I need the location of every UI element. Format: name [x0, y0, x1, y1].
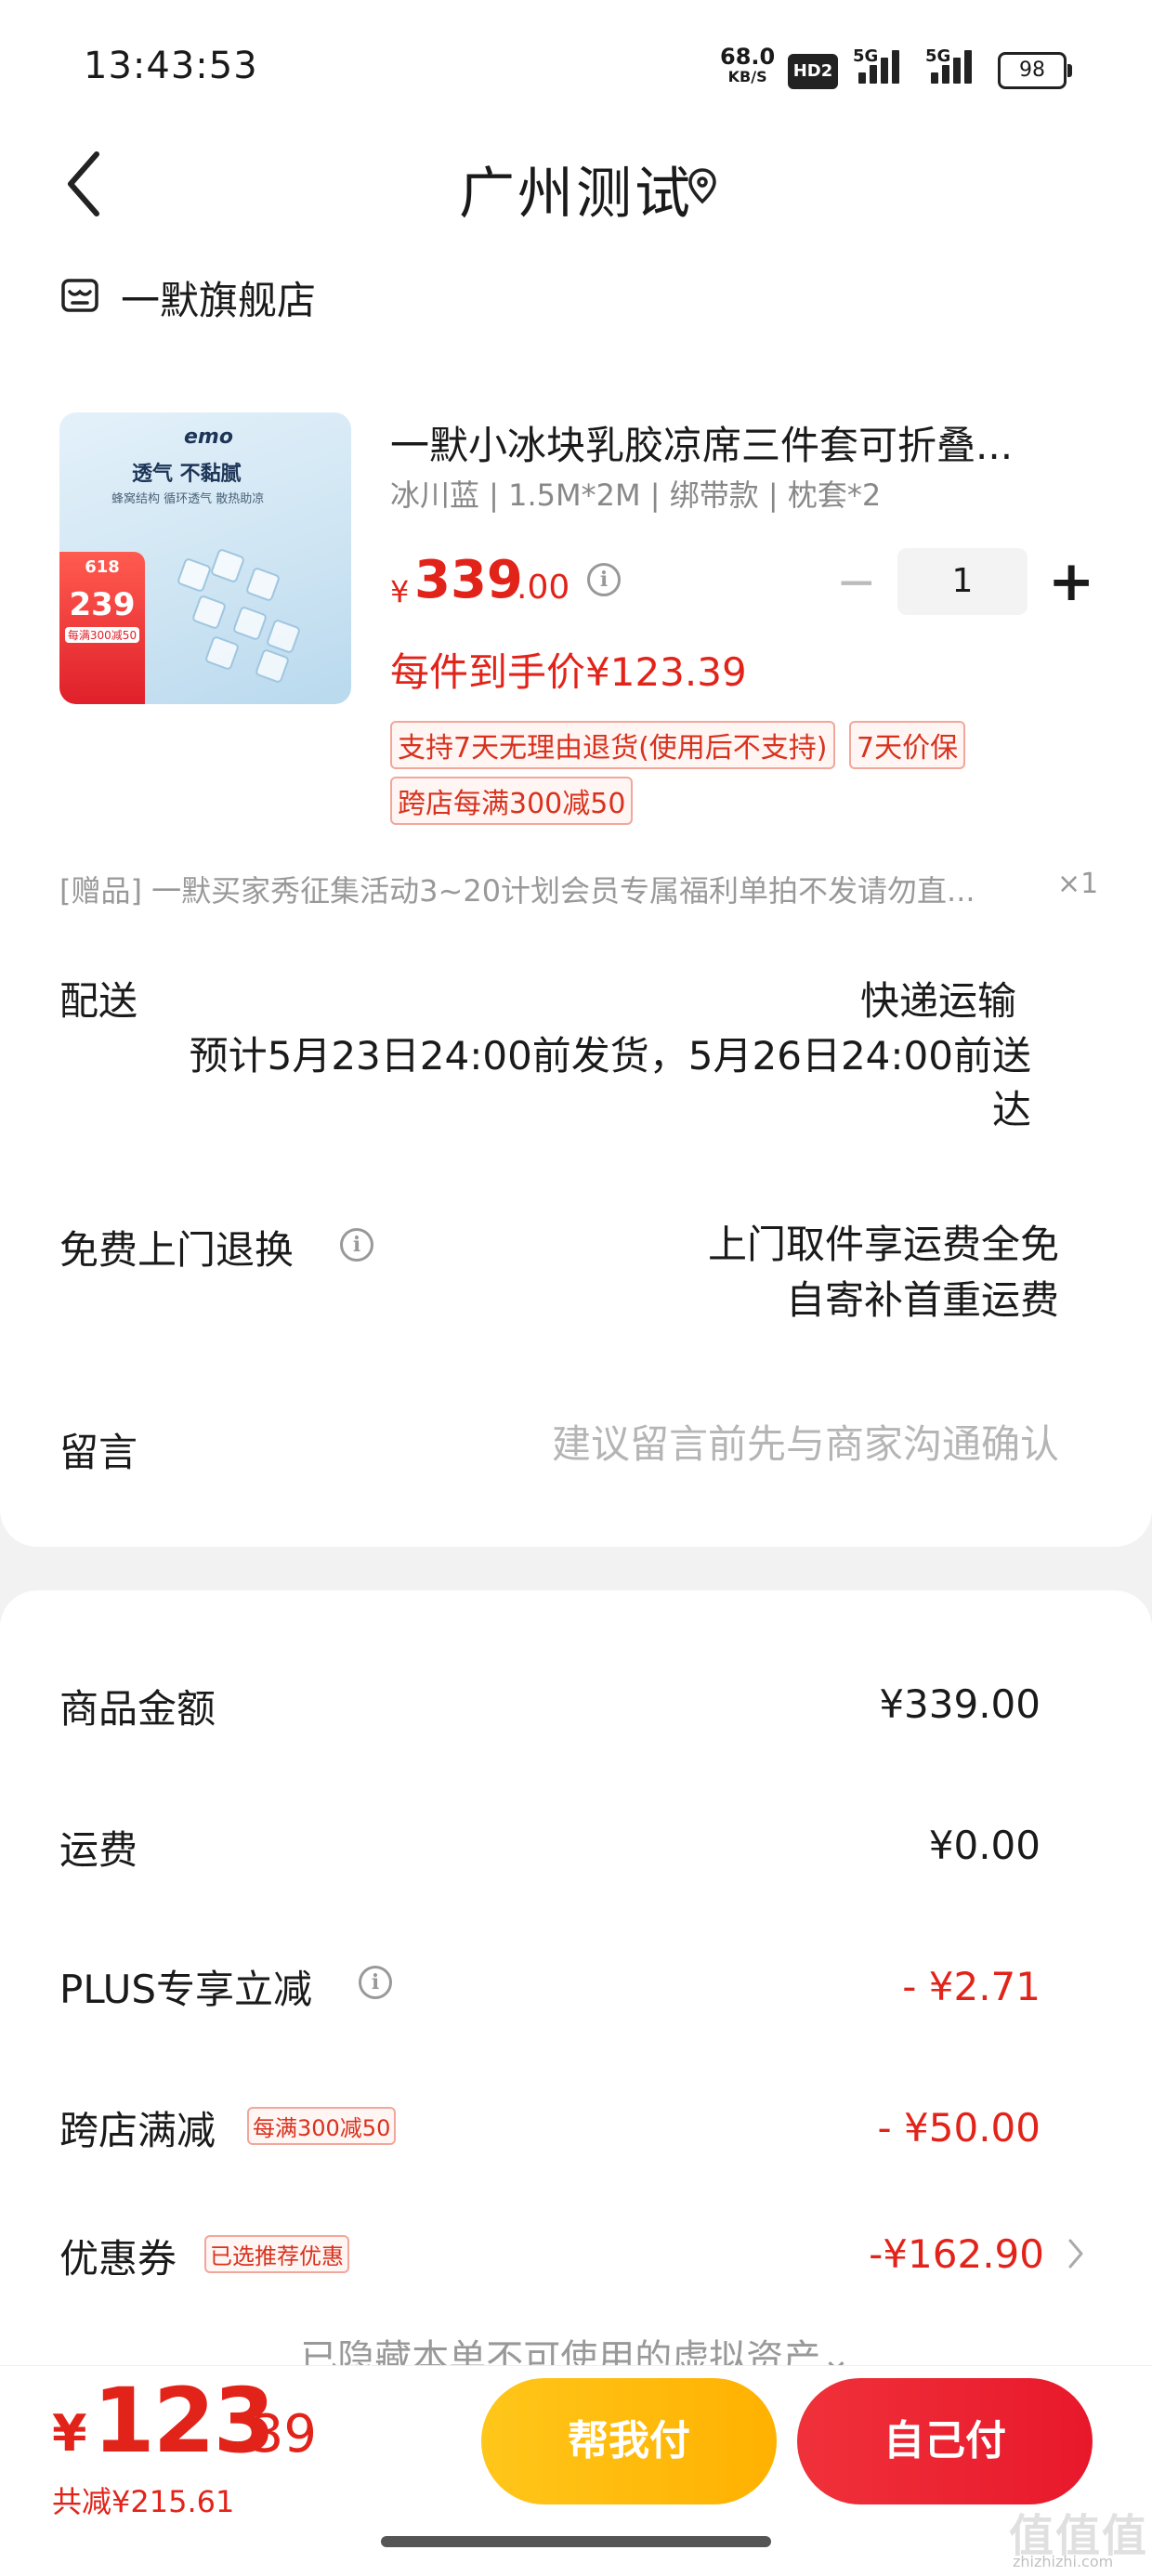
- home-indicator[interactable]: [381, 2536, 771, 2547]
- self-pay-button[interactable]: 自己付: [797, 2378, 1093, 2504]
- signal-5g-label: 5G: [925, 46, 951, 66]
- cross-store-summary-tag: 每满300减50: [247, 2107, 397, 2145]
- info-icon[interactable]: i: [359, 1966, 392, 1999]
- hd-badge: HD2: [788, 54, 838, 89]
- net-speed-unit: KB/S: [727, 68, 767, 85]
- info-icon[interactable]: i: [340, 1228, 373, 1262]
- thumb-promo-text: 每满300减50: [65, 627, 139, 643]
- shipping-fee-label: 运费: [59, 1827, 138, 1873]
- net-speed-value: 68.0: [720, 44, 776, 70]
- coupon-tag: 已选推荐优惠: [204, 2235, 349, 2273]
- delivery-estimate-line1: 预计5月23日24:00前发货，5月26日24:00前送: [189, 1033, 1031, 1079]
- coupon-value[interactable]: -¥162.90: [654, 2231, 1044, 2277]
- goods-amount-label: 商品金额: [59, 1686, 216, 1732]
- plus-discount-value: - ¥2.71: [902, 1964, 1041, 2009]
- price-decimal: .00: [517, 569, 570, 607]
- store-icon: [61, 279, 98, 312]
- total-saved[interactable]: 共减¥215.61: [52, 2478, 234, 2521]
- pin-icon[interactable]: [686, 167, 719, 204]
- free-return-line1: 上门取件享运费全免: [707, 1222, 1059, 1267]
- price-symbol: ¥: [390, 574, 410, 609]
- thumb-headline: 透气 不黏腻: [132, 463, 242, 486]
- gift-text: 一默买家秀征集活动3~20计划会员专属福利单拍不发请勿直...: [151, 873, 975, 909]
- thumb-brand: emo: [184, 425, 233, 449]
- price-integer: 339: [414, 550, 523, 610]
- return-policy-tag: 支持7天无理由退货(使用后不支持): [390, 721, 835, 769]
- product-thumbnail[interactable]: emo 透气 不黏腻 蜂窝结构 循环透气 散热助凉 618 239 每满300减…: [59, 412, 351, 704]
- message-input[interactable]: [483, 1421, 1059, 1467]
- message-label: 留言: [59, 1430, 138, 1475]
- free-return-label: 免费上门退换: [59, 1227, 295, 1273]
- price-protect-tag: 7天价保: [849, 721, 966, 769]
- status-time: 13:43:53: [84, 45, 258, 87]
- thumb-subtitle: 蜂窝结构 循环透气 散热助凉: [111, 492, 265, 506]
- total-decimal: .39: [234, 2404, 318, 2465]
- info-icon[interactable]: i: [587, 563, 621, 596]
- signal-icon: 5G: [925, 46, 1000, 87]
- delivery-estimate: 预计5月23日24:00前发货，5月26日24:00前送 达: [139, 1029, 1031, 1137]
- plus-discount-label: PLUS专享立减: [59, 1967, 313, 2012]
- watermark-sub: zhizhizhi.com: [1013, 2553, 1114, 2570]
- cross-store-label: 跨店满减: [59, 2108, 216, 2153]
- total-symbol: ¥: [52, 2404, 87, 2463]
- cross-store-tag: 跨店每满300减50: [390, 777, 634, 825]
- delivery-method[interactable]: 快递运输: [860, 970, 1016, 1026]
- unit-price: 每件到手价¥123.39: [390, 649, 747, 695]
- battery-icon: 98: [998, 52, 1072, 89]
- thumb-price: 239: [69, 586, 136, 623]
- product-title[interactable]: 一默小冰块乳胶凉席三件套可折叠...: [390, 414, 1096, 471]
- quantity-plus-button[interactable]: +: [1048, 552, 1094, 611]
- cross-store-value: - ¥50.00: [877, 2105, 1041, 2151]
- gift-line[interactable]: [赠品] 一默买家秀征集活动3~20计划会员专属福利单拍不发请勿直...: [59, 868, 975, 910]
- ice-cubes-graphic: [171, 543, 302, 685]
- goods-amount-value: ¥339.00: [879, 1681, 1041, 1727]
- product-spec: 冰川蓝 | 1.5M*2M | 绑带款 | 枕套*2: [390, 477, 882, 513]
- thumb-promo-badge: 618 239 每满300减50: [59, 552, 145, 704]
- gift-prefix: [赠品]: [59, 873, 142, 909]
- store-name[interactable]: 一默旗舰店: [121, 269, 316, 326]
- quantity-value[interactable]: 1: [897, 548, 1028, 615]
- page-title: 广州测试: [459, 162, 693, 227]
- free-return-desc[interactable]: 上门取件享运费全免 自寄补首重运费: [595, 1217, 1059, 1328]
- quantity-minus-button[interactable]: −: [836, 557, 877, 608]
- help-pay-button[interactable]: 帮我付: [481, 2378, 777, 2504]
- shipping-fee-value: ¥0.00: [928, 1823, 1041, 1868]
- coupon-label: 优惠券: [59, 2236, 177, 2282]
- signal-icon: 5G: [853, 46, 927, 87]
- delivery-estimate-line2: 达: [991, 1087, 1031, 1132]
- signal-5g-label: 5G: [853, 46, 879, 66]
- net-speed: 68.0 KB/S: [720, 46, 775, 87]
- gift-count: ×1: [1057, 868, 1099, 900]
- free-return-line2: 自寄补首重运费: [785, 1277, 1059, 1323]
- delivery-label: 配送: [59, 978, 138, 1024]
- thumb-618-badge: 618: [85, 557, 120, 577]
- chevron-right-icon[interactable]: [1067, 2237, 1085, 2270]
